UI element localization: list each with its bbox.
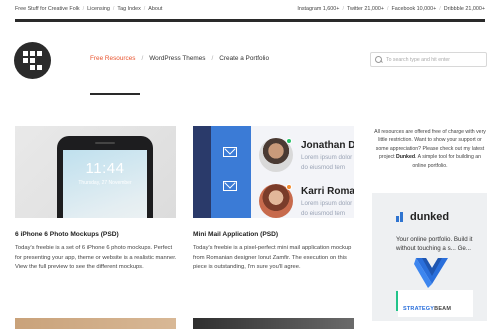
strategybeam-logo-icon	[414, 258, 448, 288]
sidebar-intro-text-end: . A simple tool for building an online p…	[412, 154, 482, 169]
sidebar-intro: All resources are offered free of charge…	[372, 128, 488, 170]
strategybeam-text: STRATEGYBEAM	[403, 306, 451, 312]
mail-preview-line: Lorem ipsum dolor	[301, 200, 353, 207]
nav-free-resources[interactable]: Free Resources	[90, 55, 135, 62]
social-instagram[interactable]: Instagram 1,600+	[297, 6, 339, 12]
mail-icon	[223, 147, 237, 157]
card-desc-iphone-mockups: Today's freebie is a set of 6 iPhone 6 p…	[15, 245, 177, 271]
separator: /	[143, 5, 146, 12]
card-image-iphone-mockups[interactable]: 11:44 Thursday, 27 November	[15, 126, 176, 218]
phone-date: Thursday, 27 November	[78, 180, 132, 186]
strategybeam-text-b: BEAM	[434, 306, 452, 312]
dunked-brand: dunked	[396, 211, 449, 223]
card-image-mini-mail[interactable]: Jonathan D Lorem ipsum dolor do eiusmod …	[193, 126, 354, 218]
online-status-dot	[286, 138, 292, 144]
pixel-logo-icon	[23, 51, 42, 70]
mail-sender-name: Jonathan D	[301, 140, 354, 151]
top-link-about[interactable]: About	[148, 6, 162, 12]
mail-preview-line: do eiusmod tem	[301, 210, 346, 217]
separator: /	[141, 55, 144, 62]
mail-sidebar	[193, 126, 211, 218]
card-title-mini-mail[interactable]: Mini Mail Application (PSD)	[193, 231, 278, 238]
card-image-next-2[interactable]	[193, 318, 354, 329]
nav-wordpress-themes[interactable]: WordPress Themes	[149, 55, 205, 62]
top-links: Free Stuff for Creative Folk / Licensing…	[15, 6, 162, 12]
site-logo[interactable]	[14, 42, 51, 79]
dunked-logo-icon	[396, 212, 406, 222]
top-bar: Free Stuff for Creative Folk / Licensing…	[15, 0, 485, 17]
dunked-link[interactable]: Dunked	[396, 154, 415, 160]
search-box[interactable]	[370, 52, 487, 67]
nav-active-underline	[90, 93, 140, 95]
social-dribbble[interactable]: Dribbble 21,000+	[444, 6, 485, 12]
social-facebook[interactable]: Facebook 10,000+	[391, 6, 436, 12]
search-input[interactable]	[386, 56, 486, 63]
phone-screen: 11:44 Thursday, 27 November	[63, 150, 147, 218]
card-image-next-1[interactable]	[15, 318, 176, 329]
social-twitter[interactable]: Twitter 21,000+	[347, 6, 384, 12]
main-nav: Free Resources / WordPress Themes / Crea…	[90, 55, 269, 62]
mail-sender-name: Karri Roma	[301, 186, 354, 197]
separator: /	[112, 5, 115, 12]
top-link-licensing[interactable]: Licensing	[87, 6, 110, 12]
strategybeam-text-a: STRATEGY	[403, 306, 435, 312]
dunked-ad-copy: Your online portfolio. Build it without …	[396, 236, 473, 252]
mail-preview-line: Lorem ipsum dolor	[301, 154, 353, 161]
iphone-mockup: 11:44 Thursday, 27 November	[57, 136, 153, 218]
search-icon	[375, 55, 383, 64]
away-status-dot	[286, 184, 292, 190]
top-link-home[interactable]: Free Stuff for Creative Folk	[15, 6, 80, 12]
mail-preview-line: do eiusmod tem	[301, 164, 346, 171]
separator: /	[386, 5, 389, 12]
mail-toolbar	[211, 126, 251, 218]
dunked-ad[interactable]: dunked Your online portfolio. Build it w…	[372, 193, 487, 321]
top-link-tag-index[interactable]: Tag Index	[117, 6, 140, 12]
header-rule	[15, 19, 485, 22]
card-title-iphone-mockups[interactable]: 6 iPhone 6 Photo Mockups (PSD)	[15, 231, 119, 238]
separator: /	[439, 5, 441, 12]
separator: /	[211, 55, 214, 62]
dunked-brand-name: dunked	[410, 211, 450, 223]
strategybeam-badge[interactable]: STRATEGYBEAM	[398, 290, 473, 317]
mail-icon	[223, 181, 237, 191]
separator: /	[82, 5, 85, 12]
nav-create-portfolio[interactable]: Create a Portfolio	[219, 55, 269, 62]
phone-time: 11:44	[85, 160, 125, 177]
separator: /	[342, 5, 344, 12]
social-links: Instagram 1,600+ / Twitter 21,000+ / Fac…	[297, 6, 485, 12]
card-desc-mini-mail: Today's freebie is a pixel-perfect mini …	[193, 245, 352, 271]
phone-speaker	[95, 142, 115, 144]
